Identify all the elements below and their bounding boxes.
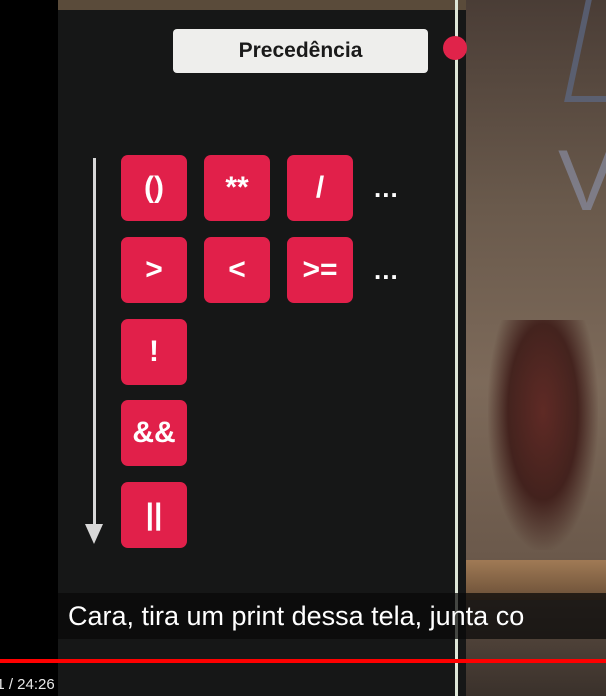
more-operators-ellipsis: ... <box>374 173 399 203</box>
operator-less: < <box>204 237 270 303</box>
time-display: 41 / 24:26 <box>0 676 55 693</box>
precedence-arrow <box>93 158 96 526</box>
video-background: V <box>466 0 606 696</box>
background-frame <box>564 0 606 102</box>
operator-parentheses: () <box>121 155 187 221</box>
timeline-marker <box>443 36 467 60</box>
subtitle-caption: Cara, tira um print dessa tela, junta co <box>58 593 606 639</box>
more-operators-ellipsis: ... <box>374 255 399 285</box>
operator-or: || <box>121 482 187 548</box>
background-letter: V <box>558 133 606 229</box>
operator-and: && <box>121 400 187 466</box>
progress-bar[interactable] <box>0 659 606 663</box>
timeline-line <box>455 0 458 696</box>
slide-panel <box>58 0 466 696</box>
panel-top-strip <box>58 0 466 10</box>
background-figure <box>488 320 598 550</box>
operator-greater-equal: >= <box>287 237 353 303</box>
operator-exponent: ** <box>204 155 270 221</box>
arrow-down-icon <box>85 524 103 544</box>
operator-greater: > <box>121 237 187 303</box>
video-left-margin <box>0 0 58 696</box>
slide-title: Precedência <box>173 29 428 73</box>
operator-not: ! <box>121 319 187 385</box>
operator-divide: / <box>287 155 353 221</box>
